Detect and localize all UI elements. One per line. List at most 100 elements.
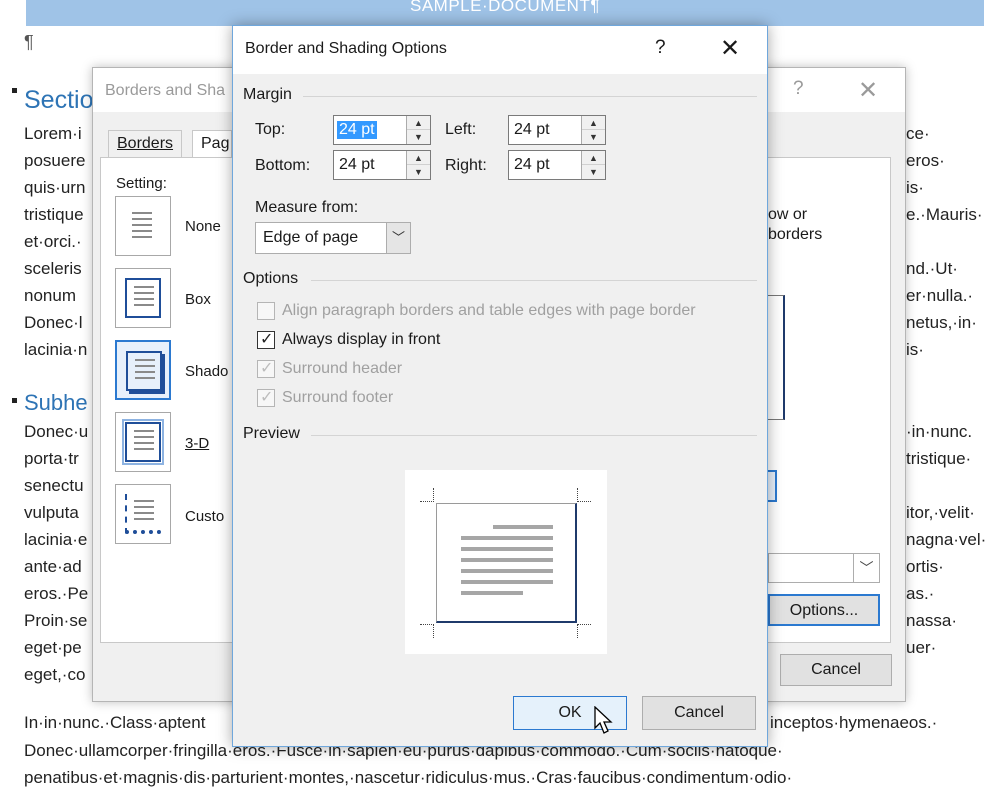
page-outline — [125, 494, 161, 534]
spin-up-icon[interactable]: ▲ — [582, 151, 605, 165]
text-line — [134, 448, 154, 450]
top-margin-stepper[interactable]: 24 pt ▲ ▼ — [333, 115, 431, 145]
preview-text-line — [461, 580, 553, 584]
doc-line: inceptos·hymenaeos.· — [770, 713, 938, 732]
spin-down-icon[interactable]: ▼ — [407, 130, 430, 144]
setting-none-label[interactable]: None — [185, 218, 221, 235]
spin-down-icon[interactable]: ▼ — [582, 165, 605, 179]
top-margin-value[interactable]: 24 pt — [337, 121, 377, 139]
close-icon[interactable]: ✕ — [720, 34, 740, 63]
right-label: Right: — [445, 157, 487, 174]
surround-footer-label[interactable]: Surround footer — [282, 389, 393, 407]
text-line — [134, 286, 154, 288]
doc-line: Proin·se — [24, 611, 88, 630]
dialog-titlebar: Border and Shading Options ? ✕ — [233, 26, 767, 74]
spin-up-icon[interactable]: ▲ — [407, 116, 430, 130]
back-cancel-button[interactable]: Cancel — [780, 654, 892, 686]
subheading-bullet — [12, 398, 17, 403]
align-borders-label[interactable]: Align paragraph borders and table edges … — [282, 302, 696, 320]
doc-line: et·orci.· — [24, 232, 82, 251]
text-line — [135, 371, 155, 373]
border-preview — [405, 470, 607, 654]
tab-page-border-label: Pag — [201, 135, 230, 152]
setting-3d-icon[interactable] — [115, 412, 171, 472]
text-line — [134, 442, 154, 444]
right-margin-stepper[interactable]: 24 pt ▲ ▼ — [508, 150, 606, 180]
margin-group-label: Margin — [243, 86, 292, 103]
setting-custom-icon[interactable] — [115, 484, 171, 544]
surround-footer-checkbox[interactable]: ✓ — [257, 389, 275, 407]
back-help-icon[interactable]: ? — [793, 78, 804, 100]
doc-line: netus,·in· — [906, 313, 977, 332]
doc-line: posuere — [24, 151, 86, 170]
setting-3d-label[interactable]: 3-D — [185, 435, 209, 452]
options-divider — [311, 280, 757, 281]
setting-shadow-label[interactable]: Shado — [185, 363, 228, 380]
doc-line: quis·urn — [24, 178, 86, 197]
text-line — [134, 436, 154, 438]
setting-3d-text: 3-D — [185, 435, 210, 452]
left-margin-stepper[interactable]: 24 pt ▲ ▼ — [508, 115, 606, 145]
spin-down-icon[interactable]: ▼ — [407, 165, 430, 179]
page-outline — [122, 419, 164, 465]
doc-line: ortis· — [906, 557, 944, 576]
cancel-button[interactable]: Cancel — [642, 696, 756, 730]
setting-none-icon[interactable] — [115, 196, 171, 256]
spin-up-icon[interactable]: ▲ — [407, 151, 430, 165]
spin-up-icon[interactable]: ▲ — [582, 116, 605, 130]
doc-line: eget·pe — [24, 638, 82, 657]
spin-down-icon[interactable]: ▼ — [582, 130, 605, 144]
doc-line: nassa· — [906, 611, 958, 630]
options-button[interactable]: Options... — [768, 594, 880, 626]
corner-mark — [420, 624, 434, 638]
tab-borders[interactable]: Borders — [108, 130, 183, 158]
right-margin-value[interactable]: 24 pt — [512, 156, 552, 174]
text-line — [134, 304, 154, 306]
doc-line: ·in·nunc. — [906, 422, 973, 441]
always-display-front-checkbox[interactable]: ✓ — [257, 331, 275, 349]
preview-divider — [311, 435, 757, 436]
surround-header-checkbox[interactable]: ✓ — [257, 360, 275, 378]
apply-to-dropdown[interactable]: ﹀ — [768, 553, 880, 583]
chevron-down-icon[interactable]: ﹀ — [853, 554, 879, 582]
setting-custom-label[interactable]: Custo — [185, 508, 224, 525]
setting-shadow-icon[interactable] — [115, 340, 171, 400]
doc-line: lacinia·e — [24, 530, 88, 549]
text-line — [134, 506, 154, 508]
help-icon[interactable]: ? — [655, 37, 666, 59]
text-line — [134, 518, 154, 520]
doc-line: eros· — [906, 151, 945, 170]
apply-hint-text-2: borders — [768, 226, 823, 243]
border-shading-options-dialog: Border and Shading Options ? ✕ Margin To… — [232, 25, 768, 747]
preview-text-line — [461, 569, 553, 573]
bottom-margin-stepper[interactable]: 24 pt ▲ ▼ — [333, 150, 431, 180]
top-label-text: Top: — [255, 121, 286, 138]
bottom-label: Bottom: — [255, 157, 311, 174]
doc-line: ce· — [906, 124, 930, 143]
setting-box-icon[interactable] — [115, 268, 171, 328]
back-preview-frame — [765, 295, 785, 420]
always-display-front-label[interactable]: Always display in front — [282, 331, 440, 349]
measure-from-select[interactable]: Edge of page ﹀ — [255, 222, 411, 254]
doc-line: as.· — [906, 584, 935, 603]
preview-text-line — [493, 525, 553, 529]
preview-text-line — [461, 558, 553, 562]
tab-page-border[interactable]: Pag — [192, 130, 232, 158]
chevron-down-icon[interactable]: ﹀ — [386, 223, 410, 253]
page-outline — [125, 278, 161, 318]
page-outline — [125, 206, 161, 246]
checkmark-icon: ✓ — [260, 331, 274, 348]
doc-line: In·in·nunc.·Class·aptent — [24, 713, 206, 732]
align-borders-checkbox[interactable] — [257, 302, 275, 320]
doc-line: uer· — [906, 638, 937, 657]
left-margin-value[interactable]: 24 pt — [512, 121, 552, 139]
back-close-icon[interactable]: ✕ — [858, 76, 878, 105]
dialog-title: Border and Shading Options — [245, 40, 447, 57]
measure-from-value: Edge of page — [263, 229, 359, 246]
checkmark-icon: ✓ — [260, 360, 274, 377]
setting-box-label[interactable]: Box — [185, 291, 211, 308]
doc-line: lacinia·n — [24, 340, 88, 359]
surround-header-label[interactable]: Surround header — [282, 360, 402, 378]
doc-line: nagna·vel· — [906, 530, 987, 549]
bottom-margin-value[interactable]: 24 pt — [337, 156, 377, 174]
